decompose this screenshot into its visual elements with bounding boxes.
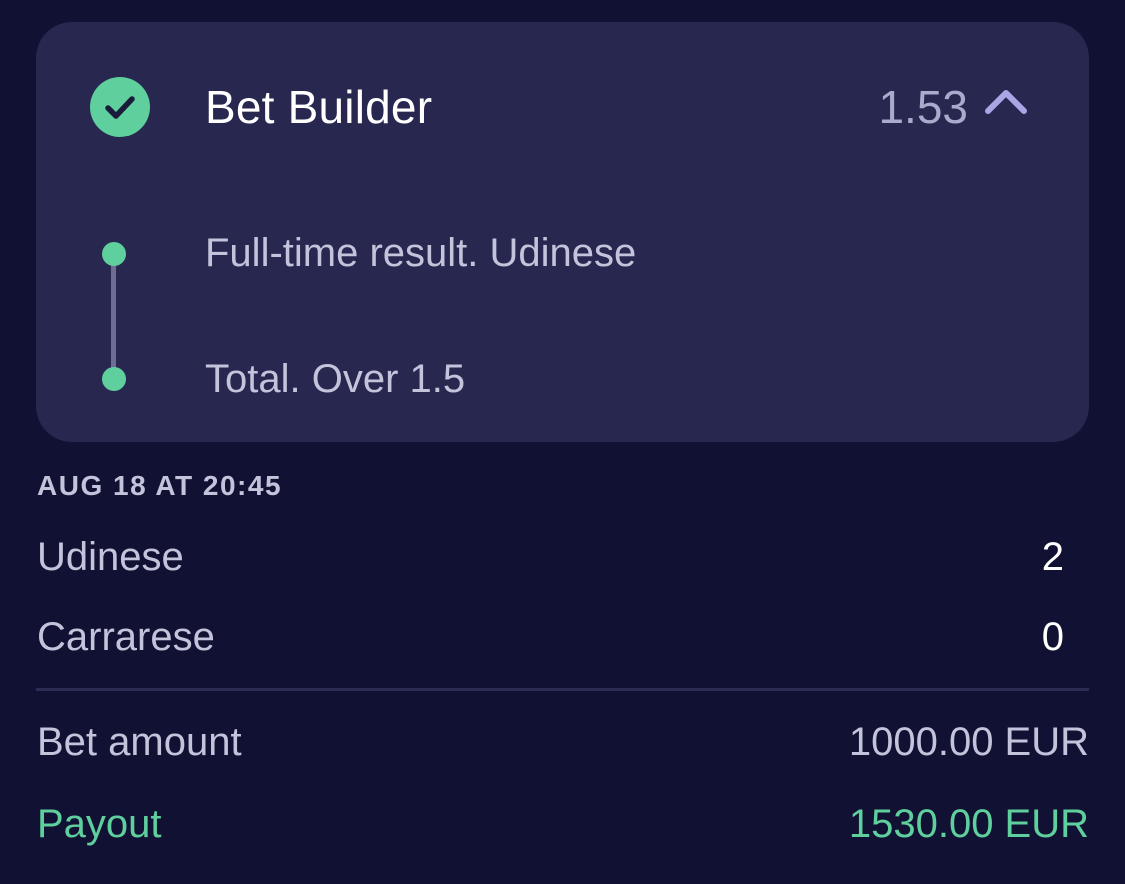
selection-dot — [102, 367, 126, 391]
selection-timeline-line — [111, 255, 116, 379]
total-odds: 1.53 — [878, 81, 968, 133]
team-score: 2 — [1041, 535, 1064, 579]
payout-value: 1530.00 EUR — [848, 802, 1089, 846]
selection-dot — [102, 242, 126, 266]
divider — [36, 688, 1089, 691]
bet-amount-label: Bet amount — [37, 720, 242, 764]
selection-item: Full-time result. Udinese — [205, 231, 637, 275]
chevron-up-icon[interactable] — [982, 84, 1030, 118]
team-name: Carrarese — [37, 615, 215, 659]
bet-amount-value: 1000.00 EUR — [848, 720, 1089, 764]
event-date: AUG 18 AT 20:45 — [37, 470, 283, 501]
check-circle-icon — [90, 77, 150, 137]
bet-type-title: Bet Builder — [205, 81, 433, 133]
team-name: Udinese — [37, 535, 184, 579]
team-score: 0 — [1041, 615, 1064, 659]
payout-label: Payout — [37, 802, 162, 846]
selection-item: Total. Over 1.5 — [205, 357, 466, 401]
